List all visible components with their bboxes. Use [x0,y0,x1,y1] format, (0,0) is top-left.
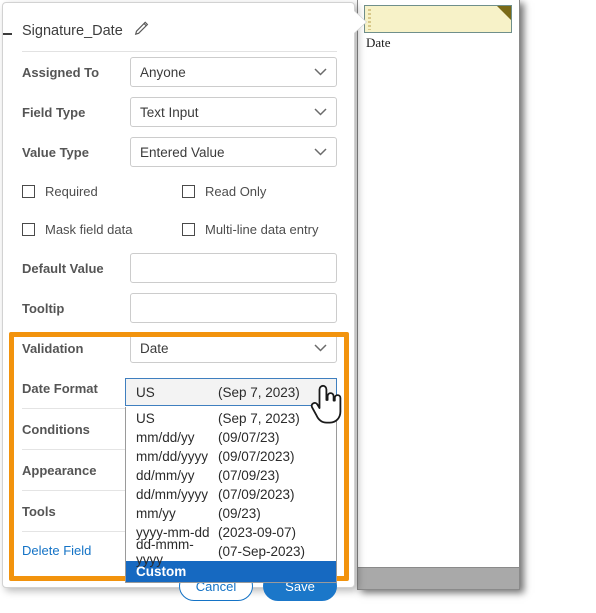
checkbox-multi-line-data-entry[interactable]: Multi-line data entry [182,222,342,237]
checkbox-required[interactable]: Required [22,184,182,199]
checkbox-read-only[interactable]: Read Only [182,184,342,199]
option-name: dd/mm/yy [136,468,195,483]
section-label-appearance: Appearance [22,462,97,478]
checkbox-box-icon[interactable] [182,184,195,198]
option-name: dd-mmm-yyyy [136,536,194,567]
row-assigned-to: Assigned To Anyone [22,52,337,92]
date-format-select[interactable]: US (Sep 7, 2023) [125,378,337,406]
option-example: (Sep 7, 2023) [218,411,300,426]
validation-value: Date [140,340,169,356]
delete-field-link[interactable]: Delete Field [22,543,91,558]
pencil-icon[interactable] [133,20,150,42]
checkbox-label-mask-field-data: Mask field data [45,221,133,237]
option-name: mm/dd/yyyy [136,449,209,464]
checkbox-box-icon[interactable] [22,222,35,236]
dropdown-option-dd-mm-yyyy[interactable]: dd/mm/yyyy (07/09/2023) [126,485,336,504]
option-example: (07/09/23) [218,468,280,483]
option-example: (09/07/23) [218,430,280,445]
default-value-input[interactable] [130,253,337,283]
field-type-select[interactable]: Text Input [130,97,337,127]
assigned-to-value: Anyone [140,64,186,80]
option-example: (09/07/2023) [218,449,295,464]
row-field-type: Field Type Text Input [22,92,337,132]
tooltip-input[interactable] [130,293,337,323]
label-field-type: Field Type [22,104,86,120]
panel-left-tick [3,33,12,35]
option-name: mm/dd/yy [136,430,195,445]
option-name: mm/yy [136,506,176,521]
label-validation: Validation [22,340,84,356]
checkbox-row-2: Mask field data Multi-line data entry [22,210,337,248]
field-corner-marker-icon [497,6,511,20]
screenshot-root: Date Signature_Date Assigned To Anyone F… [0,0,596,613]
document-footer-strip [358,567,519,589]
row-default-value: Default Value [22,248,337,288]
dropdown-option-custom[interactable]: Custom [126,561,336,582]
option-example: (07/09/2023) [218,487,295,502]
option-name: Custom [136,564,187,579]
assigned-to-select[interactable]: Anyone [130,57,337,87]
option-name: US [136,411,155,426]
document-preview-panel: Date [357,0,520,590]
row-value-type: Value Type Entered Value [22,132,337,172]
value-type-value: Entered Value [140,144,225,160]
label-tooltip: Tooltip [22,300,65,316]
value-type-select[interactable]: Entered Value [130,137,337,167]
date-format-dropdown-list[interactable]: US (Sep 7, 2023) mm/dd/yy (09/07/23) mm/… [125,407,337,583]
field-handle-dots-icon [368,9,371,30]
label-value-type: Value Type [22,144,89,160]
checkbox-label-required: Required [45,183,98,199]
option-example: (07-Sep-2023) [218,544,306,559]
chevron-down-icon [314,65,327,80]
section-label-conditions: Conditions [22,421,90,437]
dropdown-option-mm-dd-yyyy[interactable]: mm/dd/yyyy (09/07/2023) [126,447,336,466]
date-format-selected-example: (Sep 7, 2023) [218,384,300,400]
checkbox-mask-field-data[interactable]: Mask field data [22,222,182,237]
option-name: dd/mm/yyyy [136,487,209,502]
document-field-label: Date [366,35,391,50]
checkbox-label-multi-line: Multi-line data entry [205,221,319,237]
dropdown-option-mm-yy[interactable]: mm/yy (09/23) [126,504,336,523]
panel-title-row: Signature_Date [22,3,337,51]
field-type-value: Text Input [140,104,199,120]
label-default-value: Default Value [22,260,104,276]
section-label-tools: Tools [22,503,56,519]
option-example: (2023-09-07) [218,525,297,540]
popover-callout-tail [354,11,366,33]
label-date-format: Date Format [22,380,98,396]
checkbox-box-icon[interactable] [182,222,195,236]
chevron-down-icon [314,145,327,160]
chevron-down-icon [314,105,327,120]
document-form-field[interactable] [364,5,512,33]
dropdown-option-dd-mmm-yyyy[interactable]: dd-mmm-yyyy (07-Sep-2023) [126,537,336,567]
field-name-title: Signature_Date [22,23,123,39]
dropdown-option-dd-mm-yy[interactable]: dd/mm/yy (07/09/23) [126,466,336,485]
row-validation: Validation Date [22,328,337,368]
checkbox-label-read-only: Read Only [205,183,267,199]
row-tooltip: Tooltip [22,288,337,328]
dropdown-option-mm-dd-yy[interactable]: mm/dd/yy (09/07/23) [126,428,336,447]
label-assigned-to: Assigned To [22,64,100,80]
option-example: (09/23) [218,506,261,521]
dropdown-option-us[interactable]: US (Sep 7, 2023) [126,409,336,428]
validation-select[interactable]: Date [130,333,337,363]
checkbox-row-1: Required Read Only [22,172,337,210]
checkbox-box-icon[interactable] [22,184,35,198]
chevron-down-icon [314,341,327,356]
date-format-selected-name: US [136,384,155,400]
